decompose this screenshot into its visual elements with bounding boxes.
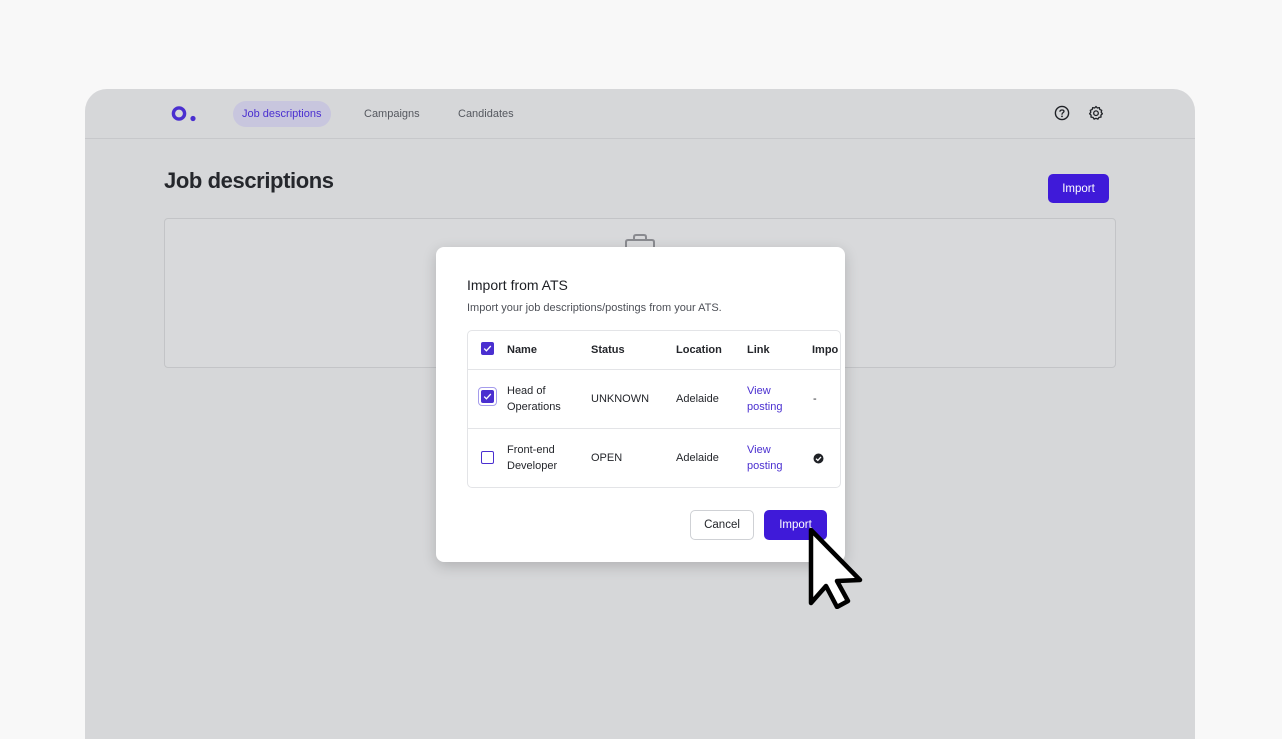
help-circle-icon[interactable]: [1054, 105, 1070, 121]
postings-table: Name Status Location Link Impo Head of Op…: [467, 330, 841, 488]
dialog-subtitle: Import your job descriptions/postings fr…: [467, 302, 722, 314]
column-header-status: Status: [591, 344, 625, 356]
column-header-imported: Impo: [812, 344, 839, 356]
page-title: Job descriptions: [164, 168, 334, 193]
column-header-link: Link: [747, 344, 770, 356]
view-posting-link[interactable]: View posting: [747, 383, 782, 415]
row-checkbox[interactable]: [481, 390, 494, 403]
job-status: OPEN: [591, 452, 623, 464]
checkmark-icon: [483, 393, 492, 400]
import-from-ats-dialog: Import from ATS Import your job descript…: [436, 247, 845, 562]
imported-status: -: [813, 393, 817, 405]
mouse-pointer-icon: [808, 527, 863, 609]
table-header-row: Name Status Location Link Impo: [468, 331, 840, 370]
tab-campaigns[interactable]: Campaigns: [355, 101, 429, 127]
column-header-location: Location: [676, 344, 722, 356]
job-location: Adelaide: [676, 393, 719, 405]
column-header-name: Name: [507, 344, 537, 356]
check-circle-icon: [813, 453, 824, 464]
settings-gear-icon[interactable]: [1088, 105, 1104, 121]
checkmark-icon: [483, 345, 492, 352]
brand-logo-icon[interactable]: [171, 105, 199, 123]
import-button[interactable]: Import: [1048, 174, 1109, 203]
table-row: Front-end Developer OPEN Adelaide View pos…: [468, 429, 840, 487]
job-name: Front-end Developer: [507, 444, 558, 472]
view-posting-link[interactable]: View posting: [747, 442, 782, 474]
job-location: Adelaide: [676, 452, 719, 464]
tab-candidates[interactable]: Candidates: [449, 101, 523, 127]
select-all-checkbox[interactable]: [481, 342, 494, 355]
table-row: Head of Operations UNKNOWN Adelaide View p…: [468, 370, 840, 429]
tab-job-descriptions[interactable]: Job descriptions: [233, 101, 331, 127]
job-status: UNKNOWN: [591, 393, 650, 405]
job-name: Head of Operations: [507, 385, 561, 413]
row-checkbox[interactable]: [481, 451, 494, 464]
cancel-button[interactable]: Cancel: [690, 510, 754, 540]
top-navigation: Job descriptions Campaigns Candidates: [85, 89, 1195, 139]
dialog-title: Import from ATS: [467, 277, 568, 293]
